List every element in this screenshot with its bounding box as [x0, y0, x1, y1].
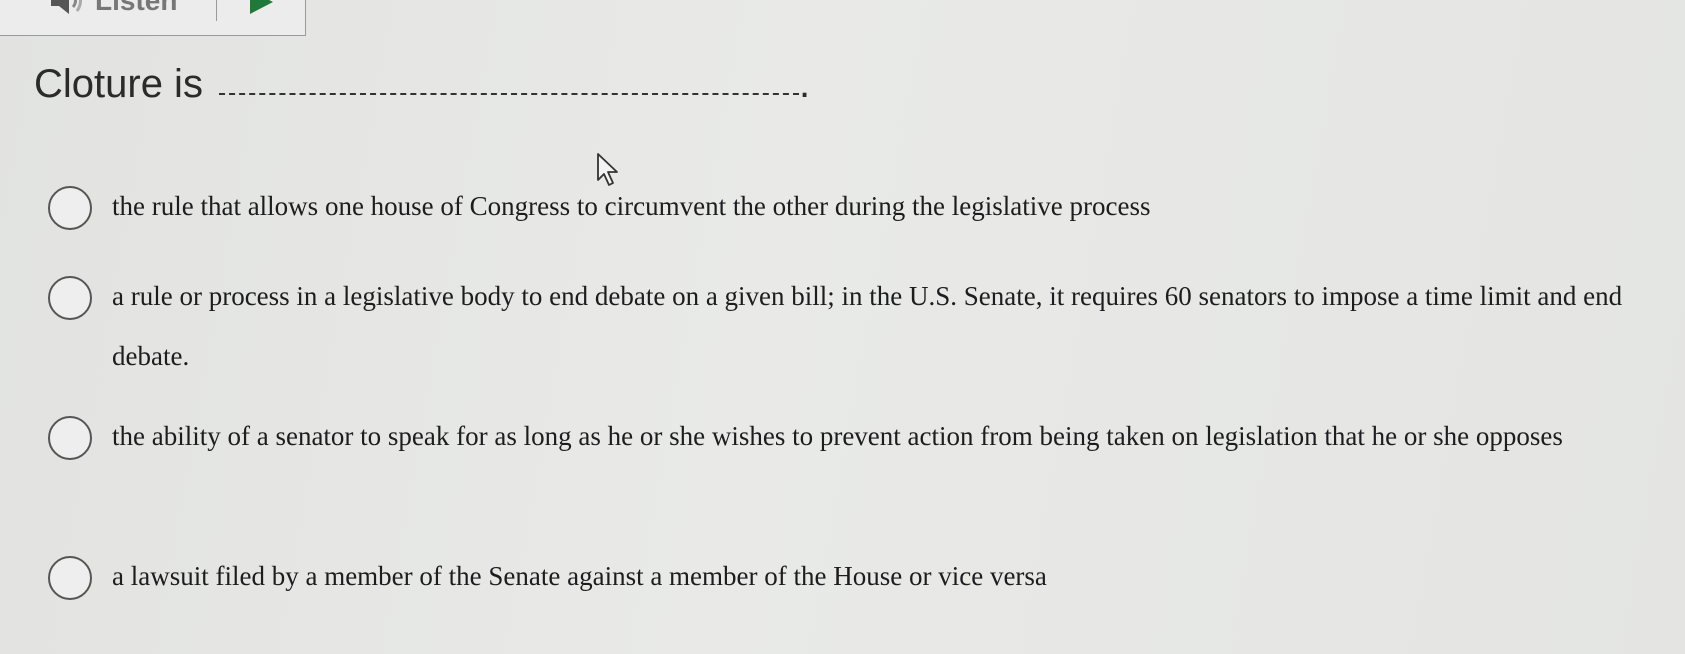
question-stem: Cloture is .: [34, 62, 810, 107]
answer-option-3[interactable]: the ability of a senator to speak for as…: [48, 416, 1648, 466]
question-text: Cloture is: [34, 62, 203, 106]
option-label-3: the ability of a senator to speak for as…: [112, 421, 1563, 451]
answer-option-1[interactable]: the rule that allows one house of Congre…: [48, 186, 1648, 236]
listen-toolbar: Listen: [0, 0, 306, 36]
option-label-4: a lawsuit filed by a member of the Senat…: [112, 561, 1047, 591]
radio-button-3[interactable]: [48, 416, 92, 460]
answer-option-2[interactable]: a rule or process in a legislative body …: [48, 276, 1648, 386]
radio-button-1[interactable]: [48, 186, 92, 230]
radio-button-4[interactable]: [48, 556, 92, 600]
play-icon: [247, 0, 275, 20]
listen-label: Listen: [95, 0, 178, 16]
listen-button[interactable]: Listen: [0, 0, 217, 21]
play-button[interactable]: [217, 0, 305, 25]
option-label-2: a rule or process in a legislative body …: [112, 281, 1623, 371]
question-end: .: [798, 62, 811, 106]
answer-option-4[interactable]: a lawsuit filed by a member of the Senat…: [48, 556, 1648, 606]
option-label-1: the rule that allows one house of Congre…: [112, 191, 1151, 221]
speaker-icon: [49, 0, 85, 16]
answer-blank: [218, 92, 799, 95]
radio-button-2[interactable]: [48, 276, 92, 320]
